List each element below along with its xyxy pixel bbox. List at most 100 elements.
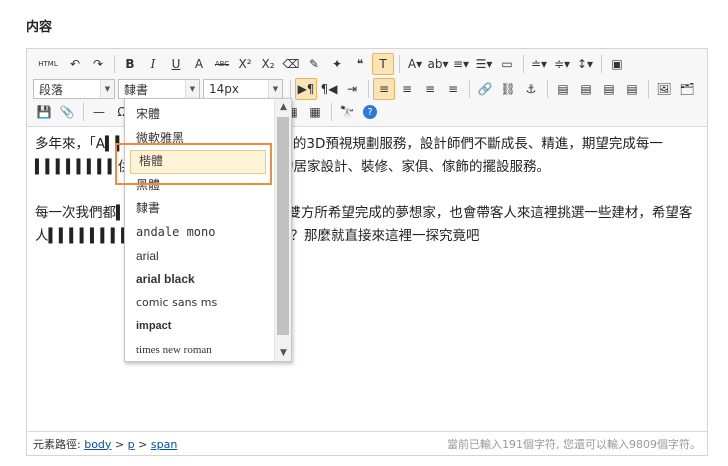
font-size-select[interactable]: 14px ▼ bbox=[203, 79, 283, 99]
ltr-direction-button[interactable]: ▶¶ bbox=[295, 78, 317, 100]
superscript-button[interactable]: X² bbox=[234, 53, 256, 75]
auto-format-button[interactable]: ✦ bbox=[326, 53, 348, 75]
redo-button[interactable]: ↷ bbox=[87, 53, 109, 75]
image-center-icon: ▤ bbox=[626, 82, 638, 96]
insert-multi-image-button[interactable]: 🗂 bbox=[676, 78, 698, 100]
format-brush-icon: ✎ bbox=[308, 57, 320, 71]
attachment-button[interactable]: 📎 bbox=[56, 101, 78, 123]
paste-plain-button[interactable]: T bbox=[372, 53, 394, 75]
font-color-button[interactable]: A▾ bbox=[404, 53, 426, 75]
blockquote-button[interactable]: ❝ bbox=[349, 53, 371, 75]
font-option[interactable]: 宋體 bbox=[136, 103, 160, 125]
ordered-list-button[interactable]: ≡▾ bbox=[450, 53, 472, 75]
unordered-list-icon: ☰▾ bbox=[475, 57, 493, 71]
row-spacing-top-icon: ≐▾ bbox=[530, 57, 548, 71]
save-icon-icon: 💾 bbox=[36, 105, 52, 119]
font-family-select-value: 隸書 bbox=[124, 82, 149, 97]
font-option[interactable]: andale mono bbox=[136, 221, 215, 243]
section-label: 内容 bbox=[26, 20, 53, 35]
align-justify-icon: ≡ bbox=[447, 82, 459, 96]
link-button[interactable]: 🔗 bbox=[474, 78, 496, 100]
table-split-button[interactable]: ▦ bbox=[304, 101, 326, 123]
font-option[interactable]: arial bbox=[136, 245, 159, 267]
chevron-down-icon[interactable]: ▼ bbox=[275, 345, 291, 361]
indent-icon: ⇥ bbox=[346, 82, 358, 96]
align-center-button[interactable]: ≡ bbox=[396, 78, 418, 100]
toolbar-row-1: HTML ↶ ↷ B I U A ABC X² X₂ ⌫ ✎ ✦ ❝ T A▾ ab▾ ≡▾ ☰▾ ▭ ≐▾ ≑▾ ↕▾ ▣ bbox=[33, 52, 629, 76]
format-brush-button[interactable]: ✎ bbox=[303, 53, 325, 75]
unlink-button[interactable]: ⛓ bbox=[497, 78, 519, 100]
image-none-button[interactable]: ▤ bbox=[552, 78, 574, 100]
line-height-button[interactable]: ↕▾ bbox=[574, 53, 596, 75]
highlight-color-icon: ab▾ bbox=[427, 57, 449, 71]
dropdown-scrollbar[interactable]: ▲ ▼ bbox=[274, 99, 291, 361]
undo-button[interactable]: ↶ bbox=[64, 53, 86, 75]
path-span-link[interactable]: span bbox=[151, 438, 177, 451]
italic-button[interactable]: I bbox=[142, 53, 164, 75]
select-all-button[interactable]: ▭ bbox=[496, 53, 518, 75]
fullscreen-button[interactable]: ▣ bbox=[606, 53, 628, 75]
anchor-button[interactable]: ⚓ bbox=[520, 78, 542, 100]
search-replace-button[interactable]: 🔭 bbox=[336, 101, 358, 123]
highlight-color-button[interactable]: ab▾ bbox=[427, 53, 449, 75]
toolbar-separator bbox=[331, 103, 332, 121]
blockquote-icon: ❝ bbox=[356, 57, 364, 71]
horizontal-rule-icon: — bbox=[93, 105, 105, 119]
strikethrough-button[interactable]: ABC bbox=[211, 53, 233, 75]
eraser-button[interactable]: ⌫ bbox=[280, 53, 302, 75]
image-center-button[interactable]: ▤ bbox=[621, 78, 643, 100]
paragraph-select-value: 段落 bbox=[39, 82, 64, 97]
insert-multi-image-icon: 🗂 bbox=[679, 82, 695, 96]
undo-icon: ↶ bbox=[69, 57, 81, 71]
link-icon: 🔗 bbox=[477, 82, 493, 96]
unordered-list-button[interactable]: ☰▾ bbox=[473, 53, 495, 75]
font-color-icon: A▾ bbox=[407, 57, 423, 71]
align-justify-button[interactable]: ≡ bbox=[442, 78, 464, 100]
font-family-select[interactable]: 隸書 ▼ bbox=[118, 79, 200, 99]
subscript-icon: X₂ bbox=[261, 57, 275, 71]
align-right-button[interactable]: ≡ bbox=[419, 78, 441, 100]
align-center-icon: ≡ bbox=[401, 82, 413, 96]
insert-image-icon: 🖼 bbox=[656, 82, 672, 96]
fullscreen-icon: ▣ bbox=[611, 57, 623, 71]
subscript-button[interactable]: X₂ bbox=[257, 53, 279, 75]
save-icon-button[interactable]: 💾 bbox=[33, 101, 55, 123]
editor-statusbar: 元素路徑: body > p > span 當前已輸入191個字符, 您還可以輸… bbox=[27, 431, 707, 455]
underline-button[interactable]: U bbox=[165, 53, 187, 75]
paragraph-select[interactable]: 段落 ▼ bbox=[33, 79, 115, 99]
font-size-select-value: 14px bbox=[209, 82, 239, 96]
path-body-link[interactable]: body bbox=[84, 438, 111, 451]
toolbar-separator bbox=[83, 103, 84, 121]
eraser-icon: ⌫ bbox=[282, 57, 300, 71]
paste-plain-icon: T bbox=[379, 57, 387, 71]
indent-button[interactable]: ⇥ bbox=[341, 78, 363, 100]
font-option[interactable]: arial black bbox=[136, 268, 195, 290]
scrollbar-thumb[interactable] bbox=[277, 117, 289, 335]
font-option[interactable]: comic sans ms bbox=[136, 292, 217, 314]
font-option[interactable]: 隸書 bbox=[136, 197, 160, 219]
align-left-button[interactable]: ≡ bbox=[373, 78, 395, 100]
rtl-direction-icon: ¶◀ bbox=[320, 82, 338, 96]
image-right-button[interactable]: ▤ bbox=[598, 78, 620, 100]
element-path-label: 元素路徑: bbox=[33, 437, 81, 451]
html-source-button[interactable]: HTML bbox=[33, 53, 63, 75]
font-border-button[interactable]: A bbox=[188, 53, 210, 75]
align-right-icon: ≡ bbox=[424, 82, 436, 96]
font-option[interactable]: impact bbox=[136, 315, 171, 337]
bold-button[interactable]: B bbox=[119, 53, 141, 75]
insert-image-button[interactable]: 🖼 bbox=[653, 78, 675, 100]
font-option[interactable]: times new roman bbox=[136, 339, 212, 361]
rtl-direction-button[interactable]: ¶◀ bbox=[318, 78, 340, 100]
bold-icon: B bbox=[125, 57, 135, 71]
image-right-icon: ▤ bbox=[603, 82, 615, 96]
char-count: 當前已輸入191個字符, 您還可以輸入9809個字符。 bbox=[447, 437, 701, 451]
horizontal-rule-button[interactable]: — bbox=[88, 101, 110, 123]
path-p-link[interactable]: p bbox=[128, 438, 135, 451]
row-spacing-top-button[interactable]: ≐▾ bbox=[528, 53, 550, 75]
row-spacing-bottom-button[interactable]: ≑▾ bbox=[551, 53, 573, 75]
help-button[interactable]: ? bbox=[359, 101, 381, 123]
scroll-up-icon[interactable]: ▲ bbox=[275, 99, 291, 115]
anchor-icon: ⚓ bbox=[525, 82, 537, 96]
toolbar-separator bbox=[601, 55, 602, 73]
image-left-button[interactable]: ▤ bbox=[575, 78, 597, 100]
